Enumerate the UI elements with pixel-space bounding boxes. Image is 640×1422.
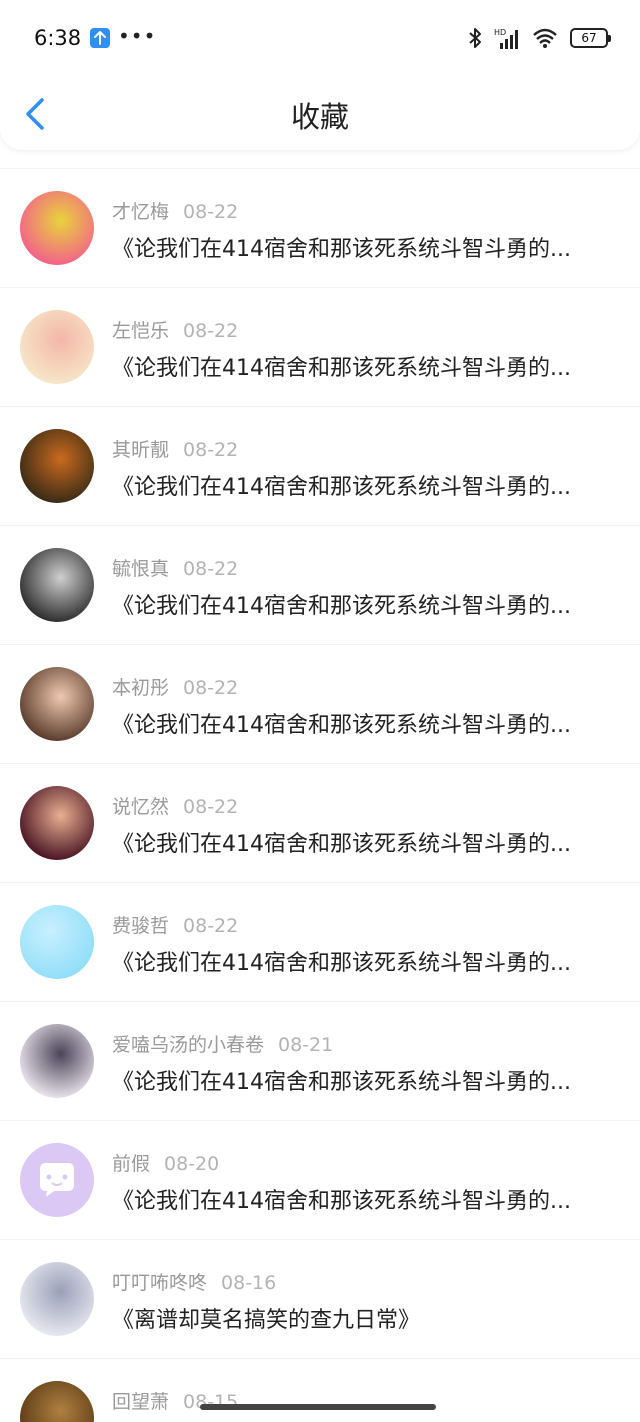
more-notifications-icon: •••	[118, 24, 157, 48]
list-item[interactable]: 本初彤 08-22 《论我们在414宿舍和那该死系统斗智斗勇的...	[0, 644, 640, 763]
author-name: 前假	[112, 1153, 151, 1175]
item-date: 08-21	[278, 1034, 334, 1056]
author-name: 说忆然	[112, 796, 170, 818]
avatar[interactable]	[20, 1143, 94, 1217]
item-date: 08-22	[183, 320, 239, 342]
list-item[interactable]: 毓恨真 08-22 《论我们在414宿舍和那该死系统斗智斗勇的...	[0, 525, 640, 644]
avatar[interactable]	[20, 1024, 94, 1098]
list-item[interactable]: 才忆梅 08-22 《论我们在414宿舍和那该死系统斗智斗勇的...	[0, 168, 640, 287]
list-item[interactable]: 左恺乐 08-22 《论我们在414宿舍和那该死系统斗智斗勇的...	[0, 287, 640, 406]
avatar[interactable]	[20, 786, 94, 860]
author-name: 毓恨真	[112, 558, 170, 580]
author-name: 爱嗑乌汤的小春卷	[112, 1034, 265, 1056]
author-name: 回望萧	[112, 1391, 170, 1413]
cellular-signal-icon: HD	[494, 28, 518, 49]
home-indicator[interactable]	[200, 1404, 436, 1410]
header: 6:38 ••• HD 67 收藏	[0, 0, 640, 150]
list-item[interactable]: 说忆然 08-22 《论我们在414宿舍和那该死系统斗智斗勇的...	[0, 763, 640, 882]
nav-bar: 收藏	[0, 78, 640, 150]
item-title: 《论我们在414宿舍和那该死系统斗智斗勇的...	[112, 1070, 571, 1095]
list-item[interactable]: 其昕靓 08-22 《论我们在414宿舍和那该死系统斗智斗勇的...	[0, 406, 640, 525]
item-date: 08-22	[183, 677, 239, 699]
item-title: 《论我们在414宿舍和那该死系统斗智斗勇的...	[112, 951, 571, 976]
bluetooth-icon	[469, 28, 481, 48]
avatar[interactable]	[20, 191, 94, 265]
item-title: 《论我们在414宿舍和那该死系统斗智斗勇的...	[112, 237, 571, 262]
avatar[interactable]	[20, 310, 94, 384]
item-title: 《论我们在414宿舍和那该死系统斗智斗勇的...	[112, 713, 571, 738]
avatar[interactable]	[20, 548, 94, 622]
avatar[interactable]	[20, 1262, 94, 1336]
item-date: 08-20	[164, 1153, 220, 1175]
item-date: 08-22	[183, 796, 239, 818]
item-title: 《论我们在414宿舍和那该死系统斗智斗勇的...	[112, 475, 571, 500]
author-name: 左恺乐	[112, 320, 170, 342]
author-name: 才忆梅	[112, 201, 170, 223]
item-date: 08-22	[183, 558, 239, 580]
author-name: 费骏哲	[112, 915, 170, 937]
list-item[interactable]: 爱嗑乌汤的小春卷 08-21 《论我们在414宿舍和那该死系统斗智斗勇的...	[0, 1001, 640, 1120]
battery-level: 67	[581, 31, 597, 45]
wifi-icon	[533, 28, 557, 48]
status-icons: HD 67	[466, 26, 611, 50]
avatar[interactable]	[20, 429, 94, 503]
item-title: 《论我们在414宿舍和那该死系统斗智斗勇的...	[112, 1189, 571, 1214]
item-date: 08-16	[221, 1272, 277, 1294]
list-item[interactable]: 回望萧 08-15	[0, 1358, 640, 1422]
item-title: 《论我们在414宿舍和那该死系统斗智斗勇的...	[112, 356, 571, 381]
battery-icon: 67	[570, 28, 611, 48]
avatar[interactable]	[20, 905, 94, 979]
item-title: 《论我们在414宿舍和那该死系统斗智斗勇的...	[112, 594, 571, 619]
item-date: 08-22	[183, 439, 239, 461]
avatar[interactable]	[20, 667, 94, 741]
item-date: 08-22	[183, 201, 239, 223]
item-date: 08-22	[183, 915, 239, 937]
list-item[interactable]: 前假 08-20 《论我们在414宿舍和那该死系统斗智斗勇的...	[0, 1120, 640, 1239]
status-time: 6:38	[34, 26, 82, 50]
item-title: 《离谱却莫名搞笑的查九日常》	[112, 1308, 421, 1333]
upload-arrow-icon	[90, 28, 110, 48]
favorites-list: 才忆梅 08-22 《论我们在414宿舍和那该死系统斗智斗勇的... 左恺乐 08-…	[0, 168, 640, 1422]
list-item[interactable]: 叮叮咘咚咚 08-16 《离谱却莫名搞笑的查九日常》	[0, 1239, 640, 1358]
svg-text:HD: HD	[494, 28, 506, 37]
author-name: 本初彤	[112, 677, 170, 699]
page-title: 收藏	[290, 100, 349, 134]
avatar[interactable]	[20, 1381, 94, 1422]
status-bar: 6:38 ••• HD 67	[0, 0, 640, 78]
author-name: 叮叮咘咚咚	[112, 1272, 208, 1294]
author-name: 其昕靓	[112, 439, 170, 461]
list-item[interactable]: 费骏哲 08-22 《论我们在414宿舍和那该死系统斗智斗勇的...	[0, 882, 640, 1001]
item-title: 《论我们在414宿舍和那该死系统斗智斗勇的...	[112, 832, 571, 857]
